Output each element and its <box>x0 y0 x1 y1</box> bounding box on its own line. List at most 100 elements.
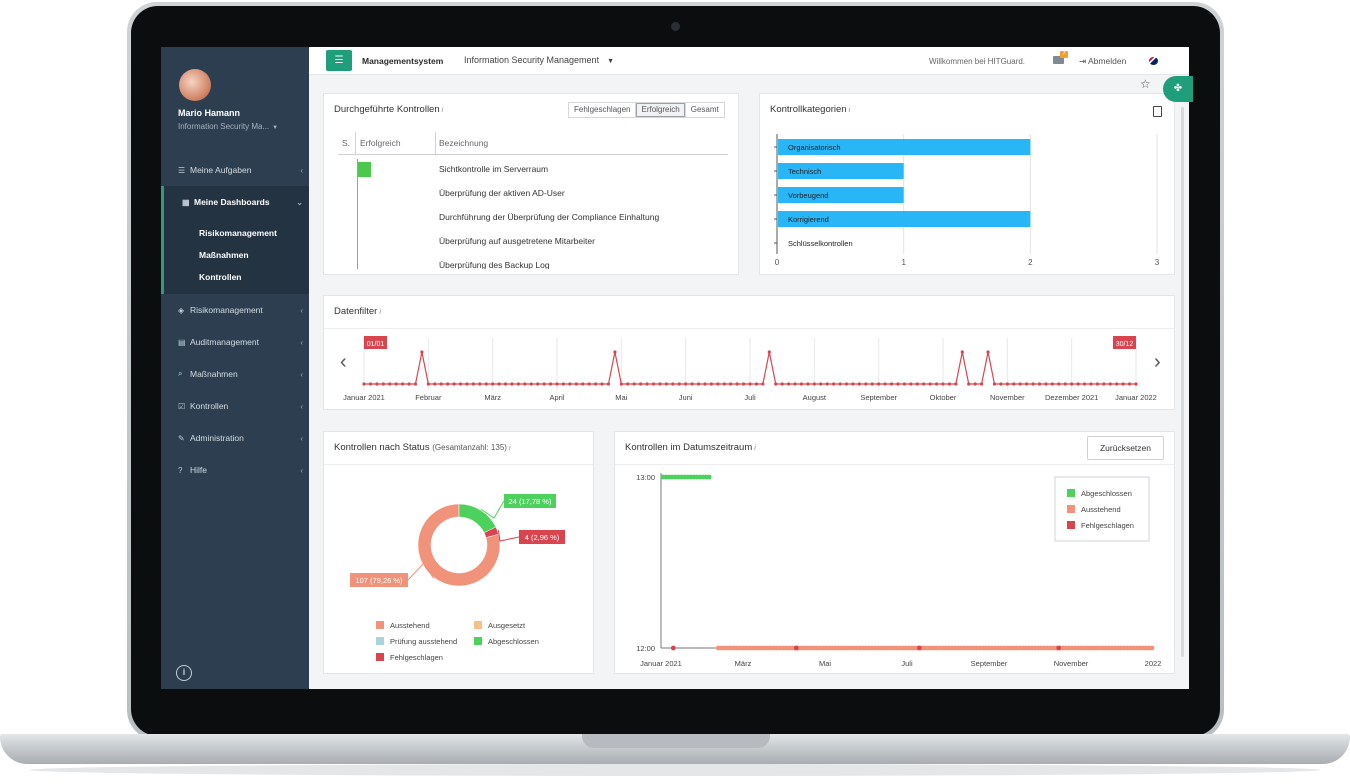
table-row[interactable]: Sichtkontrolle im Serverraum <box>439 164 548 174</box>
chevron-left-icon: ‹ <box>300 465 303 475</box>
laptop-mockup: Mario Hamann Information Security Ma... ▼… <box>0 0 1350 784</box>
x-tick-label: 2 <box>1028 258 1033 267</box>
bar-label: Schlüsselkontrollen <box>788 239 853 248</box>
data-point <box>980 382 984 386</box>
sidebar-item-meine-aufgaben[interactable]: ☰ Meine Aufgaben ‹ <box>161 154 309 186</box>
chevron-down-icon: ▼ <box>607 58 615 65</box>
column-header-bezeichnung[interactable]: Bezeichnung <box>439 138 488 148</box>
x-tick-label: 2022 <box>1145 659 1162 668</box>
quick-action-button[interactable]: ✤ <box>1163 76 1193 102</box>
sidebar-item-kontrollen[interactable]: ☑ Kontrollen ‹ <box>161 390 309 422</box>
data-point <box>825 382 829 386</box>
scrollbar[interactable] <box>1181 107 1184 657</box>
legend-swatch <box>1067 521 1075 529</box>
tab-gesamt[interactable]: Gesamt <box>686 103 724 117</box>
avatar[interactable] <box>179 69 211 101</box>
bar-label: Technisch <box>788 167 821 176</box>
star-icon[interactable]: ☆ <box>1140 77 1151 91</box>
sidebar-item-risikomanagement[interactable]: ◈ Risikomanagement ‹ <box>161 294 309 326</box>
chevron-left-icon: ‹ <box>300 369 303 379</box>
sidebar-item-label: Auditmanagement <box>190 337 259 347</box>
data-point <box>510 382 514 386</box>
sidebar-item-hilfe[interactable]: ? Hilfe ‹ <box>161 454 309 486</box>
data-point <box>1076 382 1080 386</box>
legend-label: Fehlgeschlagen <box>1081 521 1134 530</box>
clipboard-icon: ▤ <box>178 337 186 347</box>
sidebar-item-label: Meine Aufgaben <box>190 165 252 175</box>
x-tick-label: November <box>990 393 1025 402</box>
data-point <box>1044 382 1048 386</box>
legend-label: Ausgesetzt <box>488 621 526 630</box>
info-icon[interactable]: i <box>442 107 444 114</box>
table-row[interactable]: Überprüfung auf ausgetretene Mitarbeiter <box>439 236 595 246</box>
data-point <box>819 382 823 386</box>
bar-label: Korrigierend <box>788 215 829 224</box>
language-flag-icon[interactable] <box>1149 57 1158 65</box>
data-point <box>967 382 971 386</box>
data-point <box>928 382 932 386</box>
legend-label: Abgeschlossen <box>488 637 539 646</box>
data-point <box>458 382 463 386</box>
table-row[interactable]: Durchführung der Überprüfung der Complia… <box>439 212 659 222</box>
legend-swatch <box>1067 505 1075 513</box>
data-point <box>761 382 765 386</box>
data-point <box>947 382 952 386</box>
datenfilter-timeline-chart: Januar 2021 Februar März April Mai Juni Juli Au… <box>343 336 1157 402</box>
sidebar-item-massnahmen[interactable]: ⌕ Maßnahmen ‹ <box>161 358 309 390</box>
logout-link[interactable]: ⇥ Abmelden <box>1079 56 1126 67</box>
y-tick-label: 13:00 <box>636 473 655 482</box>
data-point <box>452 382 456 386</box>
chevron-down-icon: ⌄ <box>296 197 303 207</box>
data-point <box>716 382 720 386</box>
sidebar-subitem-kontrollen[interactable]: Kontrollen <box>164 266 309 288</box>
data-point <box>484 382 488 386</box>
module-select[interactable]: Information Security Management ▼ <box>464 55 614 65</box>
card-title: Durchgeführte Kontrollen i <box>334 104 443 115</box>
sidebar-item-administration[interactable]: ✎ Administration ‹ <box>161 422 309 454</box>
data-point <box>729 382 733 386</box>
camera-icon <box>671 22 680 31</box>
data-point <box>1037 382 1042 386</box>
logout-label: Abmelden <box>1088 56 1127 66</box>
table-row[interactable]: Überprüfung der aktiven AD-User <box>439 188 565 198</box>
x-tick-label: Juli <box>744 393 756 402</box>
sidebar-item-auditmanagement[interactable]: ▤ Auditmanagement ‹ <box>161 326 309 358</box>
logout-icon: ⇥ <box>1079 56 1089 66</box>
data-point <box>446 382 450 386</box>
tools-icon: ✎ <box>178 433 185 443</box>
data-point <box>806 382 810 386</box>
x-tick-label: März <box>484 393 501 402</box>
list-icon: ☰ <box>178 165 186 175</box>
data-point <box>548 382 553 386</box>
info-icon[interactable]: i <box>176 665 192 681</box>
legend-label: Fehlgeschlagen <box>390 653 443 662</box>
table-row[interactable]: Überprüfung des Backup Log <box>439 260 550 269</box>
user-role[interactable]: Information Security Ma... ▼ <box>178 122 278 131</box>
data-point <box>426 382 430 386</box>
column-header-status[interactable]: S. <box>342 138 350 148</box>
data-point <box>851 382 855 386</box>
data-point <box>1012 382 1016 386</box>
data-point <box>748 382 752 386</box>
sidebar-nav: ☰ Meine Aufgaben ‹ ▦ Meine Dashboards ⌄ … <box>161 154 309 486</box>
data-point <box>838 382 842 386</box>
laptop-shadow <box>30 764 1320 776</box>
sidebar-item-label: Kontrollen <box>190 401 229 411</box>
data-point <box>973 382 977 386</box>
sidebar-item-meine-dashboards[interactable]: ▦ Meine Dashboards ⌄ <box>161 186 309 218</box>
data-point <box>780 382 784 386</box>
bar-label: Vorbeugend <box>788 191 828 200</box>
data-point <box>497 382 501 386</box>
user-name: Mario Hamann <box>178 108 241 118</box>
column-header-erfolgreich[interactable]: Erfolgreich <box>360 138 401 148</box>
chevron-left-icon: ‹ <box>300 401 303 411</box>
checkbox-icon: ☑ <box>178 401 186 411</box>
data-point <box>407 382 411 386</box>
tab-fehlgeschlagen[interactable]: Fehlgeschlagen <box>569 103 637 117</box>
sidebar-subitem-risikomanagement[interactable]: Risikomanagement <box>164 222 309 244</box>
sidebar-subitem-massnahmen[interactable]: Maßnahmen <box>164 244 309 266</box>
tab-erfolgreich[interactable]: Erfolgreich <box>636 103 686 117</box>
data-point <box>574 382 578 386</box>
hamburger-menu-button[interactable]: ☰ <box>326 50 352 71</box>
data-point <box>1149 645 1155 651</box>
